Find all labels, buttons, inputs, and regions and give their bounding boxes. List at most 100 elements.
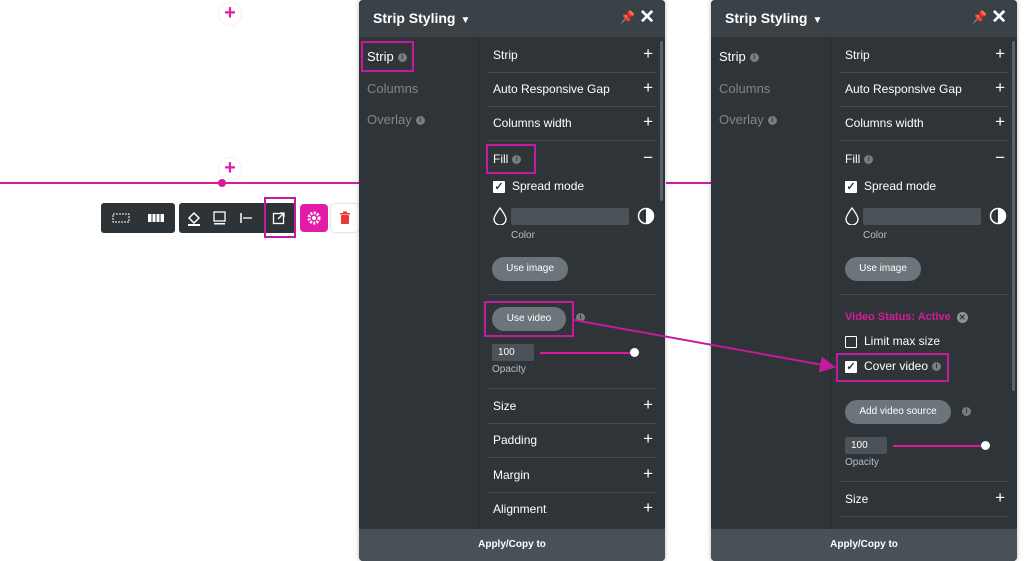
info-icon: i [415, 116, 425, 126]
section-auto-gap[interactable]: Auto Responsive Gap + [845, 78, 1005, 97]
section-columns-width[interactable]: Columns width + [845, 112, 1005, 131]
section-alignment[interactable]: Alignment + [493, 498, 653, 517]
panel-title-button[interactable]: Strip Styling ▼ [373, 10, 470, 26]
strip-styling-panel-left: Strip Styling ▼ 📌 ✕ Strip i Columns Overla… [359, 0, 665, 561]
apply-copy-button[interactable]: Apply/Copy to [359, 529, 665, 561]
checkbox-checked-icon: ✓ [845, 180, 857, 193]
highlight-open-external [264, 197, 296, 238]
checkbox-checked-icon: ✓ [493, 180, 505, 193]
spread-mode-checkbox[interactable]: ✓ Spread mode [493, 179, 653, 193]
section-size[interactable]: Size + [845, 488, 1005, 507]
close-icon[interactable]: ✕ [639, 6, 655, 29]
info-icon: i [749, 53, 759, 63]
delete-button[interactable] [331, 204, 359, 232]
plus-icon: + [643, 429, 653, 448]
divider [839, 72, 1009, 73]
divider [487, 388, 657, 389]
scrollbar[interactable] [1012, 41, 1015, 391]
color-label: Color [863, 230, 887, 241]
opacity-input[interactable]: 100 [492, 344, 534, 361]
panel-sidebar: Strip i Columns Overlay i [711, 37, 831, 529]
divider [487, 140, 657, 141]
divider [839, 140, 1009, 141]
section-strip[interactable]: Strip + [493, 44, 653, 63]
opacity-label: Opacity [845, 457, 879, 468]
close-icon[interactable]: ✕ [991, 6, 1007, 29]
section-strip[interactable]: Strip + [845, 44, 1005, 63]
minus-icon: − [995, 148, 1005, 167]
panel-sidebar: Strip i Columns Overlay i [359, 37, 479, 529]
panel-header: Strip Styling ▼ 📌 ✕ [711, 0, 1017, 37]
sidebar-item-columns[interactable]: Columns [367, 81, 418, 96]
opacity-slider-knob[interactable] [630, 348, 639, 357]
divider [839, 294, 1009, 295]
section-fill[interactable]: Fill i − [845, 148, 1005, 167]
settings-button[interactable] [300, 204, 328, 232]
add-strip-top-button[interactable]: + [219, 3, 241, 25]
highlight-use-video [484, 301, 574, 337]
apply-copy-button[interactable]: Apply/Copy to [711, 529, 1017, 561]
scrollbar[interactable] [660, 41, 663, 201]
divider [487, 423, 657, 424]
gear-icon [307, 211, 321, 225]
video-status-text: Video Status: Active ✕ [845, 311, 968, 323]
color-input[interactable] [511, 208, 629, 225]
color-input[interactable] [863, 208, 981, 225]
chevron-down-icon: ▼ [812, 15, 823, 26]
opacity-slider-knob[interactable] [981, 441, 990, 450]
contrast-icon[interactable] [989, 207, 1007, 230]
remove-video-icon[interactable]: ✕ [956, 311, 968, 323]
section-margin[interactable]: Margin + [493, 464, 653, 483]
section-size[interactable]: Size + [493, 395, 653, 414]
section-padding[interactable]: Padding + [493, 429, 653, 448]
contrast-icon[interactable] [637, 207, 655, 230]
highlight-strip-tab [361, 41, 414, 72]
pin-icon[interactable]: 📌 [972, 10, 987, 24]
add-strip-middle-button[interactable]: + [219, 158, 241, 180]
plus-icon: + [643, 395, 653, 414]
pin-icon[interactable]: 📌 [620, 10, 635, 24]
plus-icon: + [643, 44, 653, 63]
sidebar-item-overlay[interactable]: Overlay i [367, 112, 425, 127]
align-left-icon[interactable] [231, 203, 261, 233]
plus-icon: + [643, 464, 653, 483]
divider [839, 481, 1009, 482]
spread-mode-checkbox[interactable]: ✓ Spread mode [845, 179, 1005, 193]
sidebar-item-overlay[interactable]: Overlay i [719, 112, 777, 127]
opacity-slider[interactable] [540, 352, 634, 354]
add-video-source-button[interactable]: Add video source [845, 400, 951, 424]
strip-boundary-line [0, 182, 360, 184]
plus-icon: + [995, 112, 1005, 131]
chevron-down-icon: ▼ [460, 15, 471, 26]
divider [487, 492, 657, 493]
limit-max-size-checkbox[interactable]: Limit max size [845, 334, 1005, 348]
opacity-label: Opacity [492, 364, 526, 375]
strip-boundary-dot [218, 179, 226, 187]
minus-icon: − [643, 148, 653, 167]
panel-title-button[interactable]: Strip Styling ▼ [725, 10, 822, 26]
panel-header: Strip Styling ▼ 📌 ✕ [359, 0, 665, 37]
use-image-button[interactable]: Use image [492, 257, 568, 281]
opacity-input[interactable]: 100 [845, 437, 887, 454]
info-icon: i [962, 407, 971, 416]
droplet-icon [493, 206, 507, 230]
info-icon: i [864, 155, 874, 165]
columns-layout-icon[interactable] [141, 203, 171, 233]
select-strip-icon[interactable] [106, 203, 136, 233]
divider [839, 106, 1009, 107]
divider [487, 106, 657, 107]
info-icon: i [767, 116, 777, 126]
divider [487, 294, 657, 295]
use-image-button[interactable]: Use image [845, 257, 921, 281]
section-auto-gap[interactable]: Auto Responsive Gap + [493, 78, 653, 97]
sidebar-item-strip[interactable]: Strip i [719, 49, 759, 64]
opacity-slider[interactable] [893, 445, 985, 447]
strip-boundary-line-mid [666, 182, 712, 184]
section-columns-width[interactable]: Columns width + [493, 112, 653, 131]
plus-icon: + [995, 44, 1005, 63]
divider [487, 72, 657, 73]
trash-icon [340, 211, 350, 224]
sidebar-item-columns[interactable]: Columns [719, 81, 770, 96]
panel-content: Strip + Auto Responsive Gap + Columns widt… [479, 37, 665, 529]
divider [487, 457, 657, 458]
